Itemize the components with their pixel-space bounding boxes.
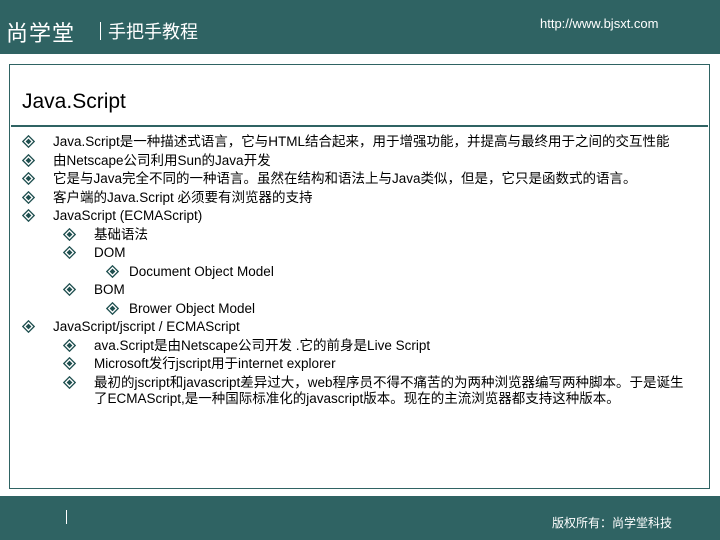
diamond-bullet-icon xyxy=(22,320,35,333)
diamond-bullet-icon xyxy=(22,190,35,204)
bullet-text: ava.Script是由Netscape公司开发 .它的前身是Live Scri… xyxy=(94,337,431,353)
bullet-text: 它是与Java完全不同的一种语言。虽然在结构和语法上与Java类似，但是，它只是… xyxy=(53,171,637,186)
bullet-text: JavaScript/jscript / ECMAScript xyxy=(53,319,240,334)
diamond-bullet-icon xyxy=(106,301,119,315)
bullet-text: Java.Script是一种描述式语言，它与HTML结合起来，用于增强功能，并提… xyxy=(53,134,670,149)
bullet-text: DOM xyxy=(94,245,126,260)
header-bar: 尚学堂 手把手教程 http://www.bjsxt.com xyxy=(0,0,720,54)
bullet-text: Document Object Model xyxy=(129,263,274,279)
brand-logo: 尚学堂 xyxy=(6,22,76,47)
bullet-item-level-1: JavaScript (ECMAScript) xyxy=(10,208,709,224)
footer-divider xyxy=(66,510,67,524)
diamond-bullet-icon xyxy=(22,209,35,222)
bullet-text: 由Netscape公司利用Sun的Java开发 xyxy=(53,152,271,168)
bullet-text: 基础语法 xyxy=(94,226,148,242)
diamond-bullet-icon xyxy=(22,135,35,148)
diamond-bullet-icon xyxy=(106,264,119,278)
bullet-list: Java.Script是一种描述式语言，它与HTML结合起来，用于增强功能，并提… xyxy=(10,134,709,409)
bullet-item-level-1: Java.Script是一种描述式语言，它与HTML结合起来，用于增强功能，并提… xyxy=(10,134,709,150)
diamond-bullet-icon xyxy=(63,375,76,389)
bullet-item-level-2: 最初的jscript和javascript差异过大，web程序员不得不痛苦的为两… xyxy=(10,375,709,407)
website-url: http://www.bjsxt.com xyxy=(540,16,659,31)
bullet-item-level-2: BOM xyxy=(10,282,709,298)
bullet-item-level-1: 客户端的Java.Script 必须要有浏览器的支持 xyxy=(10,190,709,206)
diamond-bullet-icon xyxy=(63,283,76,296)
bullet-text: 客户端的Java.Script 必须要有浏览器的支持 xyxy=(53,189,313,205)
diamond-bullet-icon xyxy=(63,227,76,241)
bullet-item-level-3: Document Object Model xyxy=(10,264,709,280)
diamond-bullet-icon xyxy=(22,153,35,167)
slide-title: Java.Script xyxy=(22,90,126,113)
bullet-item-level-2: 基础语法 xyxy=(10,227,709,243)
bullet-item-level-1: JavaScript/jscript / ECMAScript xyxy=(10,319,709,335)
bullet-text: 最初的jscript和javascript差异过大，web程序员不得不痛苦的为两… xyxy=(94,374,684,406)
bullet-text: BOM xyxy=(94,282,125,297)
bullet-item-level-1: 由Netscape公司利用Sun的Java开发 xyxy=(10,153,709,169)
footer-bar: 版权所有：尚学堂科技 xyxy=(0,496,720,540)
bullet-item-level-3: Brower Object Model xyxy=(10,301,709,317)
header-subtitle: 手把手教程 xyxy=(108,22,198,43)
bullet-text: JavaScript (ECMAScript) xyxy=(53,208,203,223)
title-rule xyxy=(11,125,708,127)
diamond-bullet-icon xyxy=(22,172,35,185)
diamond-bullet-icon xyxy=(63,246,76,259)
diamond-bullet-icon xyxy=(63,357,76,370)
content-panel: Java.Script Java.Script是一种描述式语言，它与HTML结合… xyxy=(9,64,710,489)
bullet-item-level-2: DOM xyxy=(10,245,709,261)
bullet-item-level-1: 它是与Java完全不同的一种语言。虽然在结构和语法上与Java类似，但是，它只是… xyxy=(10,171,709,187)
bullet-item-level-2: ava.Script是由Netscape公司开发 .它的前身是Live Scri… xyxy=(10,338,709,354)
diamond-bullet-icon xyxy=(63,338,76,352)
bullet-text: Brower Object Model xyxy=(129,300,256,316)
bullet-text: Microsoft发行jscript用于internet explorer xyxy=(94,356,336,371)
header-divider xyxy=(100,22,101,40)
copyright-text: 版权所有：尚学堂科技 xyxy=(552,516,673,530)
bullet-item-level-2: Microsoft发行jscript用于internet explorer xyxy=(10,356,709,372)
